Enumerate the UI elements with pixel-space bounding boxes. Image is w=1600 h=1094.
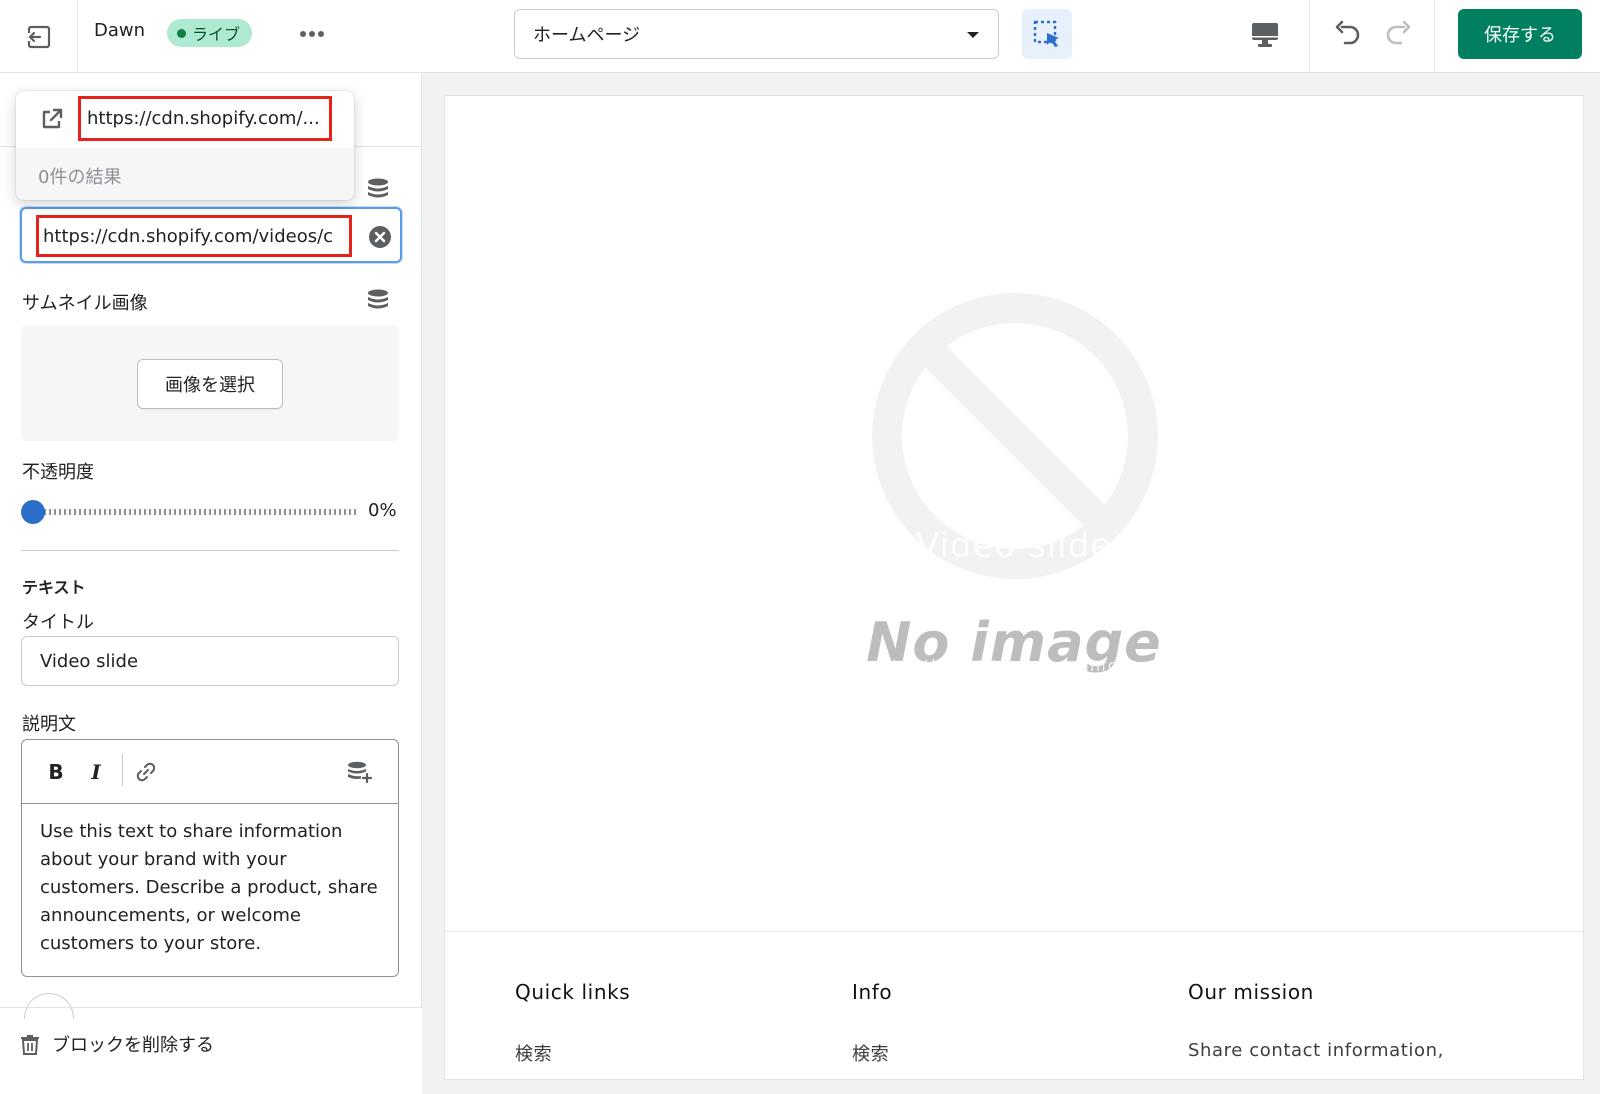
title-input[interactable]: Video slide: [21, 636, 399, 686]
slide-description: Use this text to share information about…: [885, 656, 1143, 675]
delete-block-label: ブロックを削除する: [52, 1035, 214, 1056]
description-editor[interactable]: B I Use this text to share information a…: [21, 739, 399, 977]
undo-icon: [1335, 20, 1360, 45]
live-dot-icon: [177, 28, 186, 38]
database-icon: [368, 289, 388, 309]
exit-button[interactable]: [0, 0, 78, 73]
italic-button[interactable]: I: [82, 758, 110, 786]
thumbnail-label: サムネイル画像: [22, 293, 148, 314]
dynamic-source-button[interactable]: [365, 176, 391, 202]
video-slide[interactable]: Video slide No image Use this text to sh…: [445, 96, 1583, 931]
database-icon: [368, 178, 388, 198]
title-label: タイトル: [22, 612, 94, 633]
footer-mission-text: Share contact information,: [1188, 1040, 1444, 1061]
link-button[interactable]: [132, 758, 160, 786]
topbar-divider: [1434, 0, 1435, 73]
sidebar-footer: ブロックを削除する: [0, 993, 422, 1094]
thumbnail-picker: 画像を選択: [21, 325, 399, 441]
dynamic-source-button[interactable]: [365, 287, 391, 313]
bold-button[interactable]: B: [42, 758, 70, 786]
desktop-icon: [1252, 23, 1278, 47]
results-count: 0件の結果: [38, 167, 122, 188]
scroll-peek-control: [24, 993, 74, 1019]
rte-toolbar: B I: [22, 740, 398, 804]
more-actions-button[interactable]: [296, 22, 328, 46]
slide-title: Video slide: [915, 526, 1113, 566]
footer-heading: Our mission: [1188, 980, 1314, 1004]
clear-icon[interactable]: [368, 225, 392, 249]
exit-icon: [25, 25, 50, 48]
settings-sidebar: https://cdn.shopify.com/videos/c サムネイル画像…: [0, 73, 422, 1094]
redo-button[interactable]: [1380, 16, 1416, 52]
footer-column-quick-links: Quick links 検索: [515, 980, 630, 1066]
video-url-search-popover: https://cdn.shopify.com/... 0件の結果: [16, 91, 354, 200]
footer-column-info: Info 検索: [852, 980, 892, 1066]
footer-column-mission: Our mission Share contact information,: [1188, 980, 1444, 1061]
editor-topbar: Dawn ライブ ホームページ 保存する: [0, 0, 1600, 73]
link-icon: [136, 762, 156, 782]
footer-divider: [445, 931, 1583, 932]
text-section-heading: テキスト: [22, 578, 86, 597]
page-select[interactable]: ホームページ: [514, 9, 999, 59]
select-cursor-icon: [1033, 20, 1059, 47]
insert-dynamic-source-button[interactable]: [346, 758, 374, 786]
external-link-icon: [42, 108, 63, 129]
toolbar-divider: [122, 754, 123, 786]
ellipsis-icon: [300, 31, 324, 37]
opacity-slider-track[interactable]: [34, 509, 356, 515]
description-label: 説明文: [22, 714, 76, 735]
page-select-value: ホームページ: [533, 25, 641, 46]
select-image-button[interactable]: 画像を選択: [137, 359, 283, 409]
opacity-label: 不透明度: [22, 462, 94, 483]
caret-down-icon: [967, 32, 979, 38]
opacity-value: 0%: [368, 500, 397, 521]
theme-name: Dawn: [94, 20, 146, 41]
live-badge-label: ライブ: [192, 25, 241, 44]
save-button[interactable]: 保存する: [1458, 9, 1582, 59]
redo-icon: [1386, 20, 1411, 45]
storefront-preview: Video slide No image Use this text to sh…: [445, 96, 1583, 1079]
popover-results-row: 0件の結果: [16, 148, 354, 200]
footer-link-search[interactable]: 検索: [515, 1040, 630, 1066]
footer-heading: Info: [852, 980, 893, 1004]
desktop-preview-button[interactable]: [1248, 18, 1282, 52]
video-url-value[interactable]: https://cdn.shopify.com/videos/c: [36, 215, 352, 257]
video-url-input[interactable]: https://cdn.shopify.com/videos/c: [20, 207, 402, 263]
topbar-divider: [1309, 0, 1310, 73]
footer-link-search[interactable]: 検索: [852, 1040, 892, 1066]
delete-block-button[interactable]: ブロックを削除する: [20, 1031, 214, 1057]
opacity-slider-thumb[interactable]: [21, 500, 45, 524]
description-text[interactable]: Use this text to share information about…: [40, 818, 380, 958]
undo-button[interactable]: [1330, 16, 1366, 52]
database-add-icon: [348, 761, 373, 784]
trash-icon: [21, 1035, 39, 1055]
section-divider: [21, 550, 399, 551]
footer-divider: [0, 1007, 422, 1008]
inspect-button[interactable]: [1022, 9, 1072, 59]
popover-url-row[interactable]: https://cdn.shopify.com/...: [16, 91, 354, 148]
popover-url-option[interactable]: https://cdn.shopify.com/...: [78, 96, 332, 141]
live-badge: ライブ: [167, 19, 253, 47]
footer-heading: Quick links: [515, 980, 631, 1004]
